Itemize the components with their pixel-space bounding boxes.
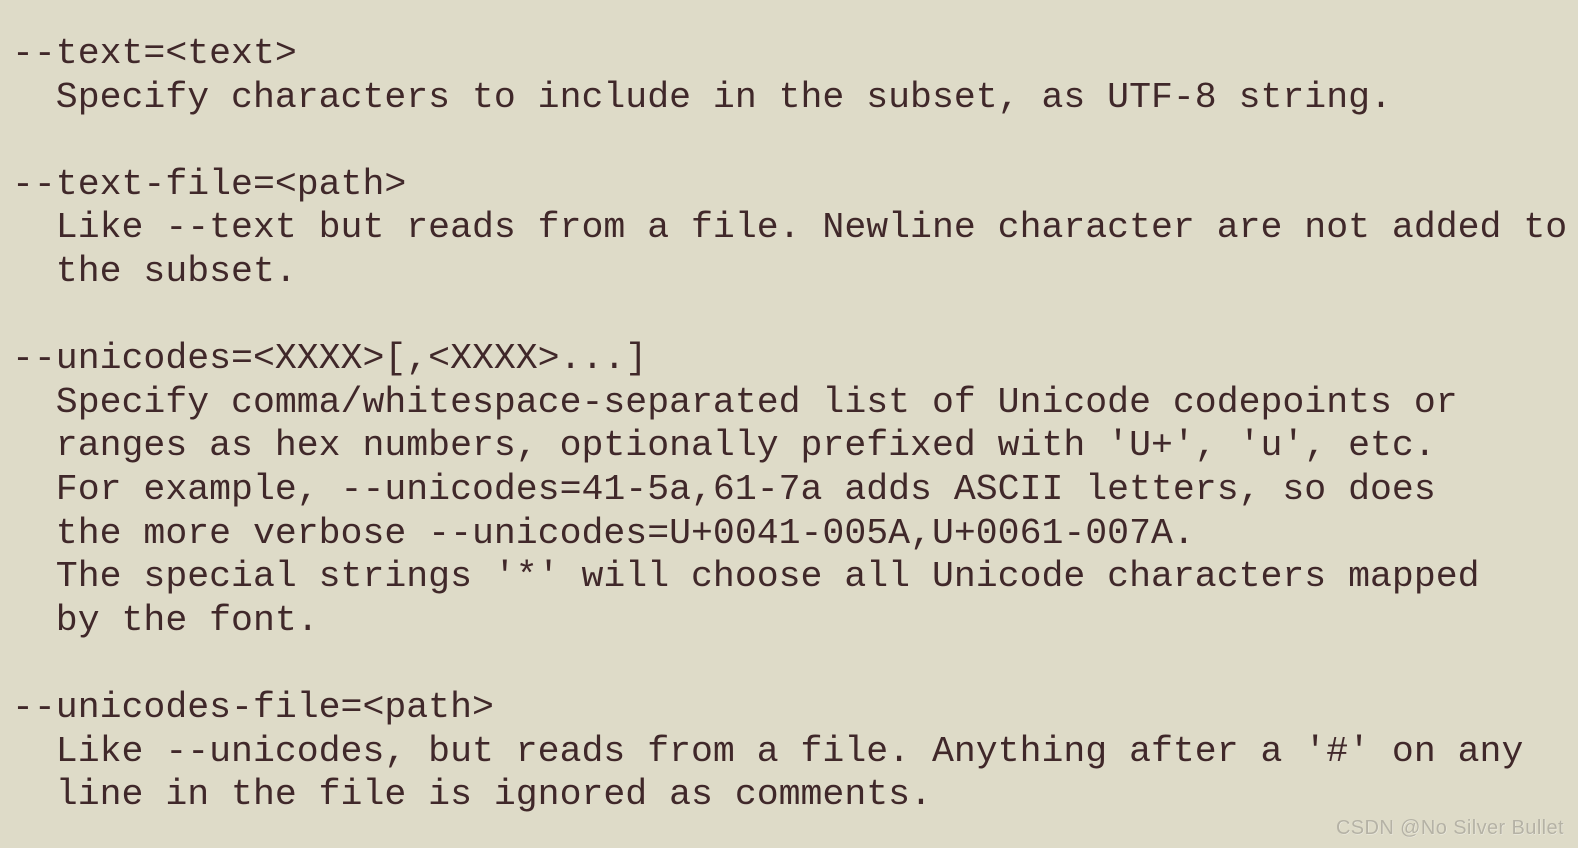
option-description-line: the more verbose --unicodes=U+0041-005A,… [12, 512, 1195, 554]
manpage-text-body: --text=<text> Specify characters to incl… [0, 0, 1578, 817]
option-description-line: Specify comma/whitespace-separated list … [12, 381, 1458, 423]
option-block-unicodes: --unicodes=<XXXX>[,<XXXX>...] Specify co… [0, 337, 1578, 686]
option-block-text: --text=<text> Specify characters to incl… [0, 32, 1578, 163]
option-description-line: Like --text but reads from a file. Newli… [12, 207, 1568, 249]
option-flag-unicodes-file: --unicodes-file=<path> [12, 686, 494, 728]
option-flag-text: --text=<text> [12, 33, 297, 74]
watermark: CSDN @No Silver Bullet [1335, 817, 1564, 839]
option-description-line: by the font. [12, 599, 319, 641]
option-flag-text-file: --text-file=<path> [12, 163, 407, 205]
option-block-unicodes-file: --unicodes-file=<path> Like --unicodes, … [0, 686, 1578, 817]
option-description-line: Specify characters to include in the sub… [12, 76, 1392, 118]
option-description-line: line in the file is ignored as comments. [12, 774, 932, 816]
option-block-text-file: --text-file=<path> Like --text but reads… [0, 163, 1578, 337]
option-description-line: the subset. [12, 250, 297, 292]
option-flag-unicodes: --unicodes=<XXXX>[,<XXXX>...] [12, 338, 648, 380]
option-description-line: ranges as hex numbers, optionally prefix… [12, 425, 1436, 467]
help-text-page: --text=<text> Specify characters to incl… [0, 0, 1578, 848]
option-description-line: For example, --unicodes=41-5a,61-7a adds… [12, 468, 1436, 510]
option-description-line: Like --unicodes, but reads from a file. … [12, 730, 1524, 772]
option-description-line: The special strings '*' will choose all … [12, 556, 1480, 598]
